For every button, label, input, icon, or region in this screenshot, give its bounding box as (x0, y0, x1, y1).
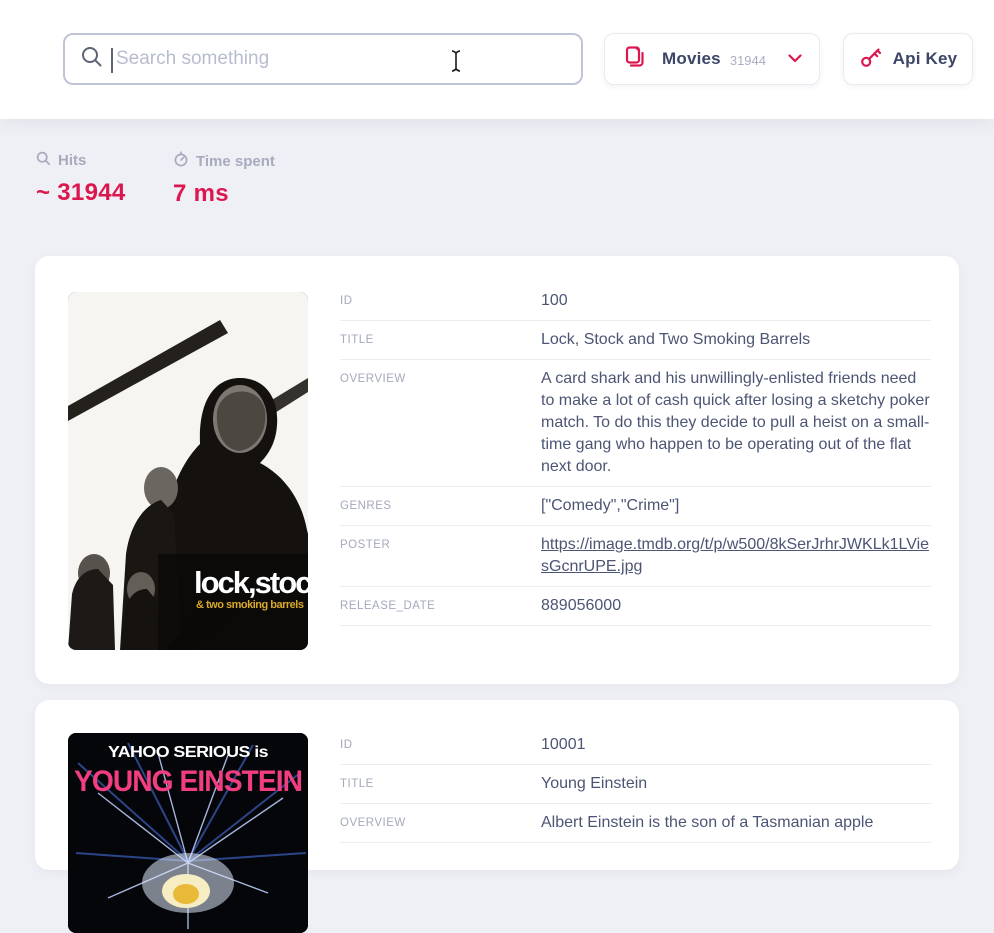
hits-label: Hits (58, 152, 86, 169)
field-value: Lock, Stock and Two Smoking Barrels (541, 329, 931, 351)
field-value: https://image.tmdb.org/t/p/w500/8kSerJrh… (541, 534, 931, 578)
index-selector-count: 31944 (730, 53, 766, 68)
chevron-down-icon (788, 50, 802, 68)
field-label: RELEASE_DATE (340, 595, 541, 617)
hits-stat: Hits ~ 31944 (36, 151, 126, 207)
result-card: lock,stock & two smoking barrels ID 100 … (35, 256, 959, 684)
field-value: Young Einstein (541, 773, 931, 795)
field-label: OVERVIEW (340, 368, 541, 478)
index-selector[interactable]: Movies 31944 (604, 33, 820, 85)
ibeam-cursor (449, 49, 463, 78)
index-selector-label: Movies (662, 49, 721, 69)
documents-icon (622, 44, 648, 75)
key-icon (859, 45, 883, 74)
poster-url-link[interactable]: https://image.tmdb.org/t/p/w500/8kSerJrh… (541, 536, 929, 575)
stopwatch-icon (173, 151, 189, 171)
movie-poster-image: YAHOO SERIOUS is YOUNG EINSTEIN (68, 733, 308, 933)
field-label: ID (340, 290, 541, 312)
field-row: OVERVIEW A card shark and his unwillingl… (340, 360, 931, 487)
search-icon (36, 151, 51, 170)
field-row: OVERVIEW Albert Einstein is the son of a… (340, 804, 931, 843)
field-label: OVERVIEW (340, 812, 541, 834)
field-row: TITLE Lock, Stock and Two Smoking Barrel… (340, 321, 931, 360)
field-row: ID 10001 (340, 730, 931, 765)
poster-title-text: YOUNG EINSTEIN (74, 765, 302, 798)
field-label: GENRES (340, 495, 541, 517)
search-icon (80, 45, 104, 74)
poster-subtitle-text: & two smoking barrels (196, 599, 304, 611)
time-spent-label: Time spent (196, 153, 275, 170)
text-caret (111, 48, 113, 73)
api-key-button[interactable]: Api Key (843, 33, 973, 85)
top-bar: Movies 31944 Api Key (0, 0, 994, 119)
search-box[interactable] (63, 33, 583, 85)
field-value: ["Comedy","Crime"] (541, 495, 931, 517)
search-input[interactable] (104, 35, 581, 83)
api-key-label: Api Key (893, 49, 958, 69)
field-row: TITLE Young Einstein (340, 765, 931, 804)
hits-value: ~ 31944 (36, 179, 126, 207)
time-spent-stat: Time spent 7 ms (173, 151, 275, 208)
field-label: ID (340, 734, 541, 756)
movie-poster-image: lock,stock & two smoking barrels (68, 292, 308, 650)
field-row: GENRES ["Comedy","Crime"] (340, 487, 931, 526)
fields-table: ID 10001 TITLE Young Einstein OVERVIEW A… (340, 730, 931, 843)
field-row: RELEASE_DATE 889056000 (340, 587, 931, 626)
field-row: POSTER https://image.tmdb.org/t/p/w500/8… (340, 526, 931, 587)
poster-title-text: lock,stock (194, 565, 308, 600)
field-value: 10001 (541, 734, 931, 756)
field-row: ID 100 (340, 286, 931, 321)
field-label: POSTER (340, 534, 541, 578)
field-value: 100 (541, 290, 931, 312)
field-value: Albert Einstein is the son of a Tasmania… (541, 812, 931, 834)
time-spent-value: 7 ms (173, 180, 275, 208)
poster-top-text: YAHOO SERIOUS is (108, 744, 269, 761)
field-label: TITLE (340, 329, 541, 351)
field-value: A card shark and his unwillingly-enliste… (541, 368, 931, 478)
field-label: TITLE (340, 773, 541, 795)
fields-table: ID 100 TITLE Lock, Stock and Two Smoking… (340, 286, 931, 626)
result-card: YAHOO SERIOUS is YOUNG EINSTEIN ID 10001… (35, 700, 959, 870)
field-value: 889056000 (541, 595, 931, 617)
